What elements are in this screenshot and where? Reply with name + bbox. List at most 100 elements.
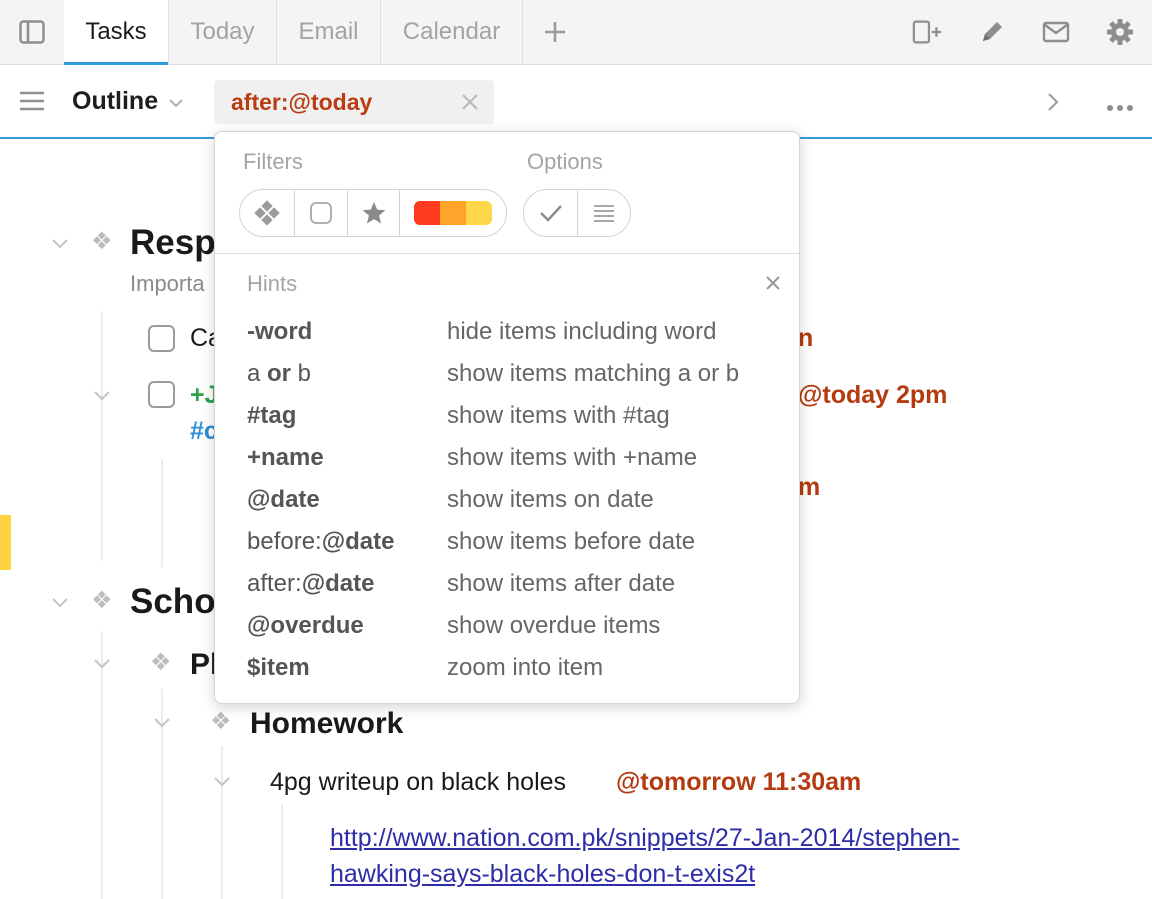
hint-description: show items on date [447, 486, 654, 513]
search-query: after:@today [231, 89, 373, 115]
add-tab-button[interactable] [522, 0, 586, 64]
hint-syntax: $item [247, 654, 310, 682]
hint-description: show items with #tag [447, 402, 670, 429]
task-date-tag[interactable]: m [798, 473, 820, 502]
tab-label: Today [190, 18, 255, 45]
guide-line [221, 746, 223, 899]
close-hints-icon[interactable] [764, 274, 782, 297]
hint-row: before:@date show items before date [247, 528, 787, 558]
collapse-chevron-icon[interactable] [92, 657, 112, 671]
hint-syntax: +name [247, 444, 324, 472]
hint-description: zoom into item [447, 654, 604, 681]
collapse-chevron-icon[interactable] [212, 775, 232, 789]
show-notes-button[interactable] [577, 190, 630, 236]
divider [215, 253, 799, 254]
task-text[interactable]: 4pg writeup on black holes [270, 768, 566, 797]
menu-icon[interactable] [18, 89, 46, 113]
hint-row: -word hide items including word [247, 318, 787, 348]
hint-syntax-keyword: or [267, 360, 292, 387]
options-segmented-control [523, 189, 631, 237]
note-link[interactable]: hawking-says-black-holes-don-t-exis2t [330, 860, 755, 889]
show-completed-button[interactable] [524, 190, 577, 236]
tab-calendar[interactable]: Calendar [380, 0, 522, 64]
priority-medium [440, 201, 466, 225]
hint-description: show items before date [447, 528, 696, 555]
new-window-button[interactable] [912, 16, 944, 48]
hint-syntax-prefix: before: [247, 528, 322, 555]
hint-row: after:@date show items after date [247, 570, 787, 600]
hint-syntax-prefix: after: [247, 570, 302, 597]
notes-lines-icon [594, 205, 614, 222]
clear-search-icon[interactable] [460, 92, 480, 117]
project-bullet-icon[interactable]: ❖ [210, 710, 232, 734]
hint-description: show items with +name [447, 444, 698, 471]
section-title[interactable]: Resp [130, 223, 216, 263]
checkbox-icon [310, 202, 332, 224]
envelope-icon [1042, 21, 1070, 43]
collapse-chevron-icon[interactable] [50, 596, 70, 610]
collapse-chevron-icon[interactable] [92, 389, 112, 403]
hint-description: show items matching a or b [447, 360, 740, 387]
priority-high [414, 201, 440, 225]
focus-marker [0, 515, 11, 570]
guide-line [281, 805, 283, 899]
search-filter-popover: Filters Options Hints -word hide items i… [214, 131, 800, 704]
tab-today[interactable]: Today [168, 0, 276, 64]
sidebar-toggle-icon[interactable] [0, 0, 64, 64]
filter-tasks-button[interactable] [294, 190, 347, 236]
hint-syntax: -word [247, 318, 312, 346]
project-bullet-icon[interactable]: ❖ [91, 589, 113, 613]
plus-icon [544, 22, 565, 42]
tab-tasks[interactable]: Tasks [64, 0, 168, 65]
gear-icon [1107, 19, 1133, 45]
task-checkbox[interactable] [148, 381, 175, 408]
task-date-tag[interactable]: @today 2pm [798, 381, 947, 410]
filter-priority-button[interactable] [399, 190, 506, 236]
pencil-icon [983, 22, 1002, 41]
hint-syntax-keyword: -word [247, 318, 313, 345]
collapse-chevron-icon[interactable] [152, 716, 172, 730]
collapse-chevron-icon[interactable] [50, 237, 70, 251]
hints-label: Hints [247, 271, 298, 296]
task-date-tag[interactable]: @tomorrow 11:30am [616, 768, 861, 797]
filters-label: Filters [243, 149, 303, 174]
project-bullet-icon[interactable]: ❖ [91, 230, 113, 254]
task-checkbox[interactable] [148, 325, 175, 352]
hint-syntax-prefix: a [247, 360, 268, 387]
hint-syntax-keyword: +name [247, 444, 324, 471]
hint-row: #tag show items with #tag [247, 402, 787, 432]
tab-email[interactable]: Email [276, 0, 380, 64]
note-link[interactable]: http://www.nation.com.pk/snippets/27-Jan… [330, 824, 960, 853]
guide-line [101, 311, 103, 561]
hint-syntax: after:@date [247, 570, 374, 598]
filter-starred-button[interactable] [347, 190, 399, 236]
hint-syntax: before:@date [247, 528, 394, 556]
search-filter-input[interactable]: after:@today [214, 80, 494, 124]
hint-syntax-keyword: @date [301, 570, 375, 597]
hint-syntax-keyword: @date [247, 486, 320, 513]
options-label: Options [527, 149, 603, 174]
more-icon[interactable] [1106, 99, 1134, 117]
add-pane-icon [912, 20, 942, 44]
section-note[interactable]: Importa [130, 271, 205, 297]
project-title[interactable]: Homework [250, 707, 403, 741]
settings-button[interactable] [1104, 16, 1136, 48]
task-date-tag[interactable]: n [798, 324, 813, 353]
chevron-right-icon[interactable] [1046, 91, 1060, 118]
filters-segmented-control [239, 189, 507, 237]
hint-row: $item zoom into item [247, 654, 787, 684]
project-bullet-icon[interactable]: ❖ [150, 651, 172, 675]
hint-row: +name show items with +name [247, 444, 787, 474]
outline-title[interactable]: Outline [72, 87, 158, 116]
hint-syntax-keyword: $item [247, 654, 310, 681]
tab-bar: Tasks Today Email Calendar [0, 0, 1152, 65]
filter-projects-button[interactable] [240, 190, 294, 236]
hint-syntax: @overdue [247, 612, 364, 640]
section-title[interactable]: Scho [130, 582, 216, 622]
star-icon [362, 202, 385, 224]
hint-syntax-keyword: @date [321, 528, 395, 555]
guide-line [101, 631, 103, 899]
edit-button[interactable] [976, 16, 1008, 48]
chevron-down-icon[interactable] [168, 95, 184, 113]
mail-button[interactable] [1040, 16, 1072, 48]
